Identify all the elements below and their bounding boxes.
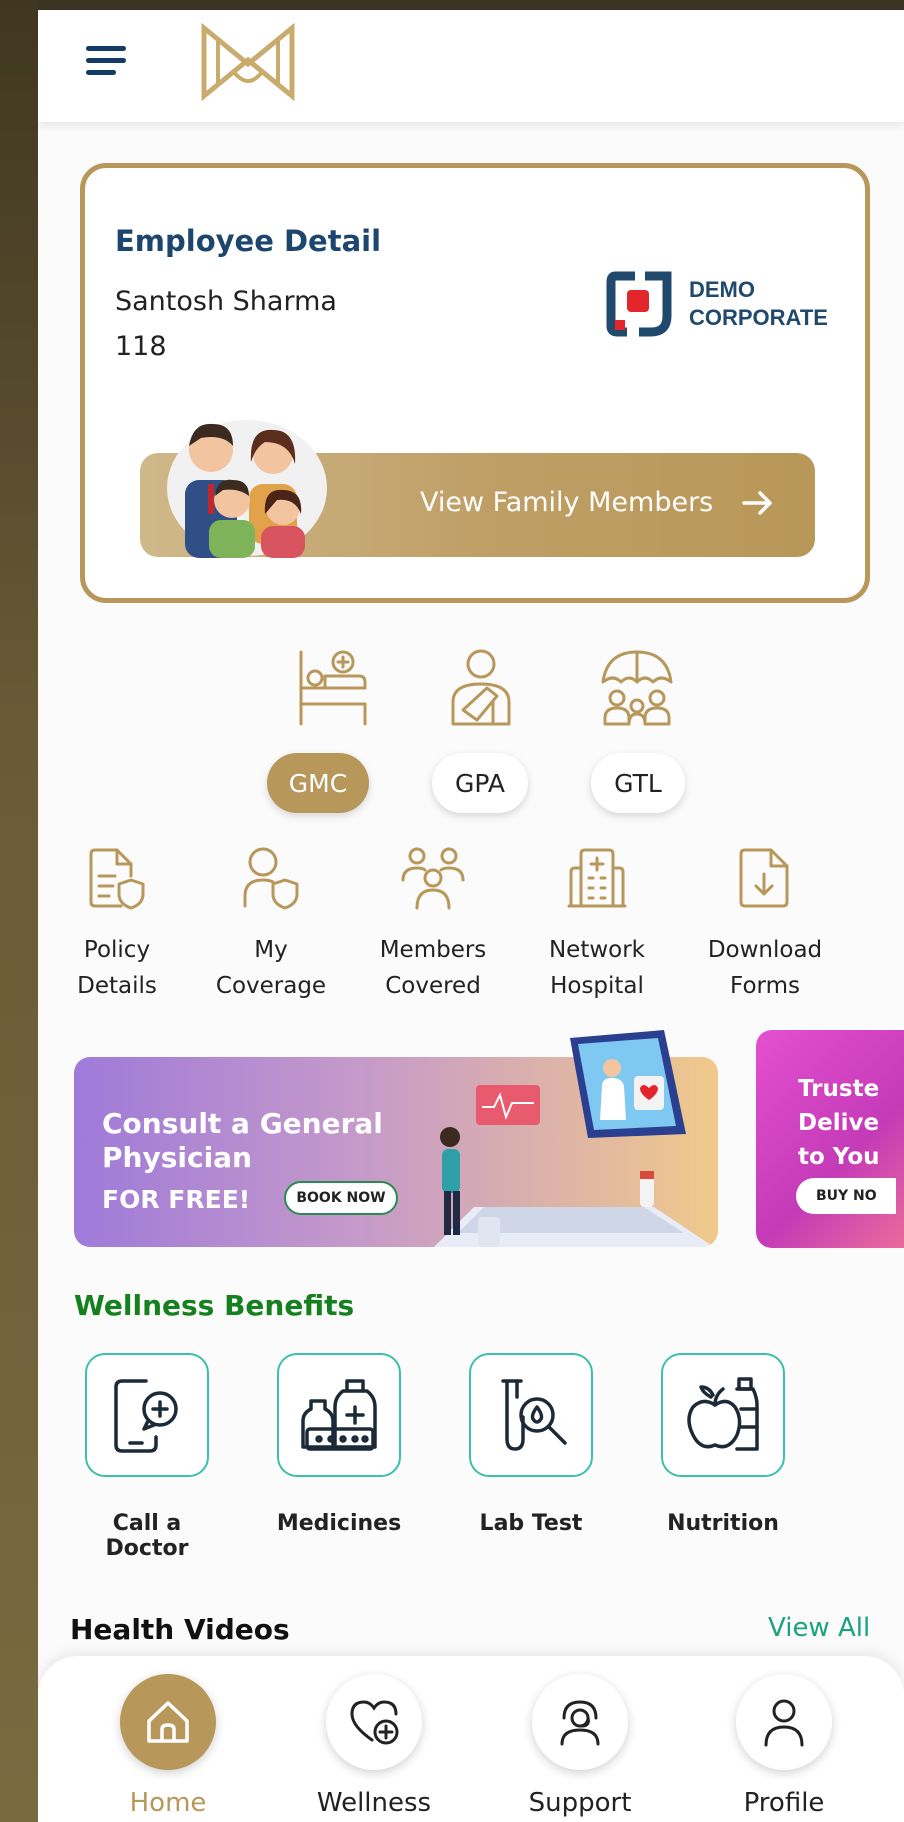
hospital-bed-icon <box>299 650 367 726</box>
employee-name: Santosh Sharma <box>115 286 337 317</box>
gpa-icon-wrap[interactable] <box>426 648 536 728</box>
company-name-line1: DEMO <box>689 277 755 302</box>
nav-support-label: Support <box>528 1788 632 1818</box>
tab-gpa[interactable]: GPA <box>432 753 528 813</box>
download-forms-label-line2: Forms <box>730 973 800 999</box>
nav-support[interactable]: Support <box>510 1674 650 1818</box>
employee-card: Employee Detail Santosh Sharma 118 DEMO … <box>80 163 870 603</box>
download-forms-label-line1: Download <box>707 937 823 963</box>
banner-second-line2: Delive <box>798 1110 880 1136</box>
policy-details-label-line2: Details <box>77 973 157 999</box>
banner-consult-line2: Physician <box>102 1141 252 1174</box>
nutrition-item[interactable]: Nutrition <box>648 1353 798 1536</box>
download-forms-action[interactable]: Download Forms <box>690 846 840 1004</box>
members-covered-label-line2: Covered <box>385 973 481 999</box>
apple-bottle-icon <box>687 1377 759 1451</box>
gmc-icon-wrap[interactable] <box>278 648 388 728</box>
banner-consult-line3: FOR FREE! <box>102 1185 251 1214</box>
laptop-screen-doctor-illustration <box>570 1030 686 1138</box>
umbrella-family-icon <box>601 650 673 726</box>
members-covered-action[interactable]: Members Covered <box>358 846 508 1004</box>
call-a-doctor-item[interactable]: Call a Doctor <box>72 1353 222 1561</box>
brand-logo <box>201 22 295 102</box>
device-frame-top <box>0 0 904 10</box>
policy-details-action[interactable]: Policy Details <box>42 846 192 1004</box>
policy-shield-icon <box>89 848 145 910</box>
hospital-building-icon <box>567 848 627 908</box>
medicines-label: Medicines <box>276 1511 402 1536</box>
book-now-button[interactable]: BOOK NOW <box>284 1181 398 1215</box>
banner-second-line3: to You <box>798 1144 880 1170</box>
phone-medical-icon <box>114 1379 178 1453</box>
nav-profile[interactable]: Profile <box>714 1674 854 1818</box>
medicine-delivery-banner[interactable]: Truste Delive to You BUY NO <box>756 1030 904 1248</box>
test-tube-search-icon <box>501 1379 567 1451</box>
device-frame-left <box>0 0 38 1822</box>
medicine-bottles-icon <box>301 1379 377 1451</box>
banner-second-line1: Truste <box>798 1076 880 1102</box>
arrow-right-icon <box>742 491 772 515</box>
view-all-link[interactable]: View All <box>768 1613 870 1643</box>
download-file-icon <box>739 848 789 908</box>
employee-id: 118 <box>115 331 167 362</box>
my-coverage-label-line1: My <box>254 937 288 963</box>
company-logo-icon <box>606 271 672 337</box>
nutrition-label: Nutrition <box>667 1511 779 1536</box>
tab-gtl[interactable]: GTL <box>591 753 685 813</box>
network-hospital-label-line1: Network <box>548 937 646 963</box>
company-name-line2: CORPORATE <box>689 305 828 330</box>
nav-wellness[interactable]: Wellness <box>304 1674 444 1818</box>
nav-home-label: Home <box>129 1788 207 1818</box>
banner-consult-line1: Consult a General <box>102 1107 383 1140</box>
my-coverage-label-line2: Coverage <box>215 973 327 999</box>
employee-card-title: Employee Detail <box>115 224 382 258</box>
gtl-icon-wrap[interactable] <box>582 648 692 728</box>
buy-now-button[interactable]: BUY NO <box>796 1178 896 1214</box>
nav-home[interactable]: Home <box>98 1674 238 1818</box>
hamburger-menu-icon[interactable] <box>86 38 130 82</box>
view-family-members-label: View Family Members <box>420 487 714 518</box>
company-logo: DEMO CORPORATE <box>605 268 828 348</box>
bottom-navigation: Home Wellness Support Profile <box>38 1656 904 1822</box>
support-headset-icon <box>560 1700 600 1746</box>
tab-gmc[interactable]: GMC <box>267 753 369 813</box>
group-icon <box>401 847 465 910</box>
app-screen: Employee Detail Santosh Sharma 118 DEMO … <box>38 10 904 1822</box>
nav-wellness-label: Wellness <box>316 1788 432 1818</box>
medicines-item[interactable]: Medicines <box>264 1353 414 1536</box>
app-header <box>38 10 904 122</box>
network-hospital-label-line2: Hospital <box>550 973 644 999</box>
network-hospital-action[interactable]: Network Hospital <box>522 846 672 1004</box>
family-illustration <box>167 420 327 558</box>
heart-plus-icon <box>350 1700 399 1745</box>
injured-person-icon <box>451 649 511 726</box>
home-icon <box>147 1701 189 1743</box>
members-covered-label-line1: Members <box>379 937 487 963</box>
user-shield-icon <box>243 847 299 910</box>
wellness-benefits-title: Wellness Benefits <box>74 1289 355 1322</box>
lab-test-item[interactable]: Lab Test <box>456 1353 606 1536</box>
my-coverage-action[interactable]: My Coverage <box>196 846 346 1004</box>
policy-details-label-line1: Policy <box>83 937 151 963</box>
lab-test-label: Lab Test <box>479 1511 583 1536</box>
call-a-doctor-label: Call a Doctor <box>105 1511 189 1561</box>
user-icon <box>764 1699 804 1747</box>
nav-profile-label: Profile <box>743 1788 825 1818</box>
health-videos-title: Health Videos <box>70 1613 290 1646</box>
